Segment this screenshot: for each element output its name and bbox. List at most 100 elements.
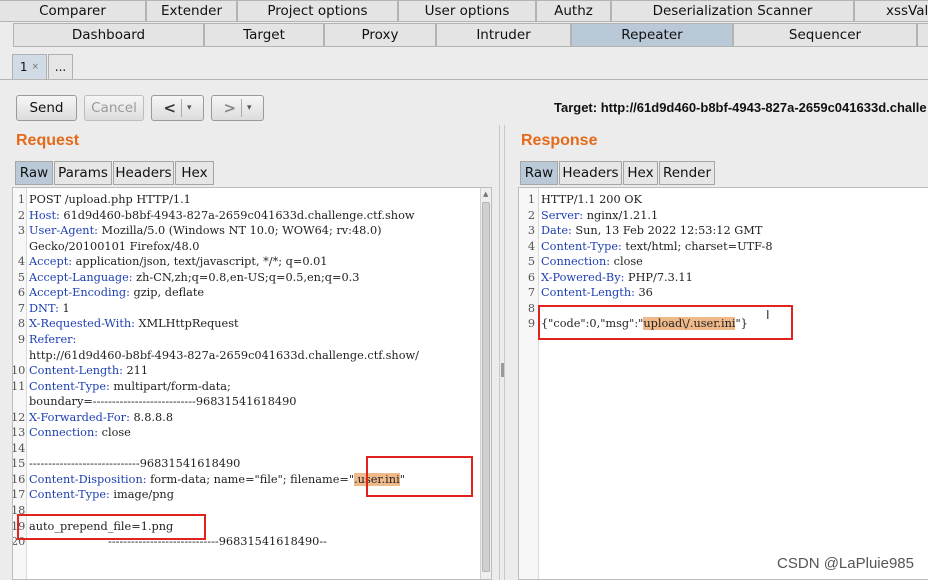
line-number: 6 [17,286,25,300]
header-value: Sun, 13 Feb 2022 12:53:12 GMT [571,224,763,238]
code-line: Content-Disposition: form-data; name="fi… [29,472,405,489]
header-name: Connection: [541,255,611,269]
tab-proxy[interactable]: Proxy [324,23,436,47]
forward-button[interactable]: > ▾ [211,95,264,121]
header-value: text/html; charset=UTF-8 [621,239,773,253]
cancel-button[interactable]: Cancel [84,95,144,121]
request-tab-params[interactable]: Params [54,161,112,185]
response-editor[interactable]: 1 HTTP/1.1 200 OK 2 Server: nginx/1.21.1 3 Da… [518,187,928,580]
chevron-down-icon[interactable]: ▾ [187,103,192,113]
header-value: form-data; name="file"; filename=" [146,472,355,486]
header-value: boundary=---------------------------9683… [29,395,297,409]
header-value: 61d9d460-b8bf-4943-827a-2659c041633d.cha… [59,208,415,222]
header-value: HTTP/1.1 200 OK [541,193,642,206]
subtab-1[interactable]: 1 × [12,54,47,79]
response-tab-render[interactable]: Render [659,161,715,185]
scroll-up-icon[interactable]: ▲ [483,190,488,198]
line-number: 10 [12,364,26,378]
tab-authz[interactable]: Authz [536,0,611,22]
top-tab-row-2: Dashboard Target Proxy Intruder Repeater… [0,23,928,47]
response-tab-headers[interactable]: Headers [559,161,622,185]
code-line: Content-Type: image/png [29,488,174,504]
line-number: 17 [12,488,26,502]
request-tab-headers[interactable]: Headers [113,161,174,185]
line-number: 7 [527,286,535,300]
tab-target[interactable]: Target [204,23,324,47]
tab-overflow[interactable] [917,23,928,47]
request-tab-hex[interactable]: Hex [175,161,214,185]
header-value: Mozilla/5.0 (Windows NT 10.0; WOW64; rv:… [97,224,382,238]
line-number: 12 [12,410,26,424]
header-value: http://61d9d460-b8bf-4943-827a-2659c0416… [29,348,419,362]
header-value: image/png [109,488,174,502]
code-line: Accept-Encoding: gzip, deflate [29,286,204,302]
response-title: Response [521,132,598,149]
repeater-subtabs: 1 × ... [0,48,928,80]
scroll-thumb[interactable] [482,202,490,572]
grip-handle-icon[interactable] [501,363,504,377]
line-number: 7 [17,301,25,315]
header-value: zh-CN,zh;q=0.8,en-US;q=0.5,en;q=0.3 [132,270,360,284]
header-name: Content-Type: [541,239,622,253]
code-line: X-Powered-By: PHP/7.3.11 [541,271,693,287]
line-number: 3 [527,224,535,238]
response-tab-hex[interactable]: Hex [623,161,658,185]
header-name: Accept-Language: [29,270,133,284]
tab-sequencer[interactable]: Sequencer [733,23,917,47]
header-name: DNT: [29,301,59,315]
line-number: 9 [527,317,535,331]
line-number: 15 [12,457,26,471]
line-number: 5 [527,255,535,269]
tab-intruder[interactable]: Intruder [436,23,571,47]
chevron-down-icon[interactable]: ▾ [247,103,252,113]
request-title: Request [16,132,80,149]
line-number: 13 [12,426,26,440]
tab-comparer[interactable]: Comparer [0,0,146,22]
code-line: -----------------------------96831541618… [29,457,240,473]
header-name: Referer: [29,332,77,346]
text-cursor-icon: I [766,308,770,322]
line-number: 2 [17,208,25,222]
tab-dashboard[interactable]: Dashboard [13,23,204,47]
header-value: close [610,255,643,269]
request-scrollbar[interactable]: ▲ [480,188,491,579]
code-line: Gecko/20100101 Firefox/48.0 [29,240,199,256]
header-name: Content-Type: [29,379,110,393]
new-tab-button[interactable]: ... [48,54,73,79]
code-line: Content-Type: multipart/form-data; [29,380,231,396]
tab-extender[interactable]: Extender [146,0,237,22]
close-icon[interactable]: × [32,62,40,72]
code-line: X-Forwarded-For: 8.8.8.8 [29,411,173,427]
code-line: Accept: application/json, text/javascrip… [29,255,328,271]
code-line: Content-Length: 211 [29,364,148,380]
line-number: 8 [17,317,25,331]
header-name: Content-Type: [29,488,110,502]
request-tab-raw[interactable]: Raw [15,161,53,185]
response-tab-raw[interactable]: Raw [520,161,558,185]
tab-project-options[interactable]: Project options [237,0,398,22]
tab-user-options[interactable]: User options [398,0,536,22]
header-name: Connection: [29,426,99,440]
code-line: Accept-Language: zh-CN,zh;q=0.8,en-US;q=… [29,271,359,287]
header-value: 1 [58,301,70,315]
send-button[interactable]: Send [16,95,77,121]
line-number: 1 [527,193,535,206]
chevron-left-icon: < [163,99,177,117]
pane-divider[interactable] [499,125,505,580]
watermark: CSDN @LaPluie985 [777,555,914,572]
code-line: Referer: [29,333,76,349]
annotation-box-filename [366,456,473,497]
code-line: DNT: 1 [29,302,70,318]
header-name: Content-Length: [541,286,635,300]
header-name: User-Agent: [29,224,98,238]
tab-deserialization-scanner[interactable]: Deserialization Scanner [611,0,854,22]
tab-xssvalid[interactable]: xssValid [854,0,928,22]
header-value: 8.8.8.8 [129,410,174,424]
code-line: Connection: close [29,426,131,442]
code-line: HTTP/1.1 200 OK [541,193,642,209]
back-button[interactable]: < ▾ [151,95,204,121]
header-name: Accept-Encoding: [29,286,130,300]
tab-repeater[interactable]: Repeater [571,23,733,47]
header-value: multipart/form-data; [109,379,231,393]
code-line: Date: Sun, 13 Feb 2022 12:53:12 GMT [541,224,762,240]
